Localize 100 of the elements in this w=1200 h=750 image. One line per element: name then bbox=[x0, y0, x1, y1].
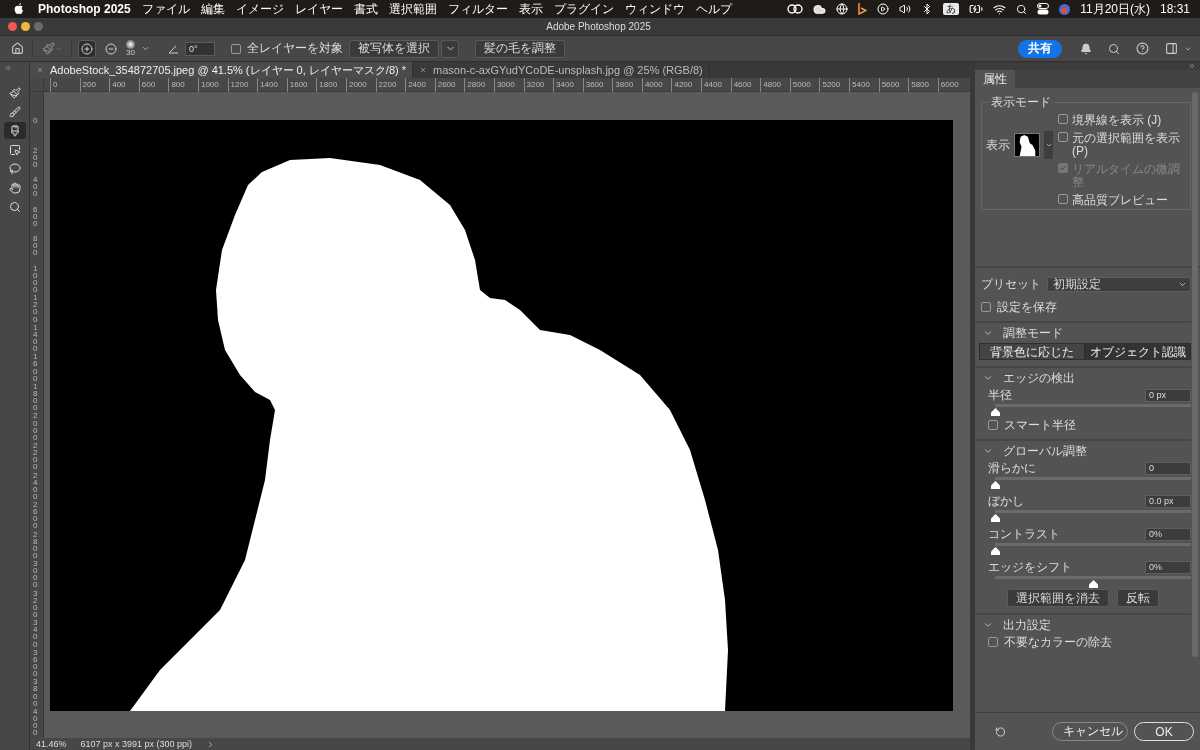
hand-icon bbox=[8, 181, 21, 194]
menu-item[interactable]: 表示 bbox=[518, 0, 543, 18]
zoom-level[interactable]: 41.46% bbox=[36, 739, 67, 749]
checkbox[interactable] bbox=[988, 637, 998, 647]
mask-thumbnail[interactable] bbox=[1014, 133, 1040, 157]
app-menu[interactable]: Photoshop 2025 bbox=[38, 2, 131, 16]
panel-button[interactable]: 反転 bbox=[1117, 589, 1159, 607]
checkbox-label: 境界線を表示 (J) bbox=[1072, 114, 1162, 127]
battery-icon[interactable] bbox=[969, 2, 984, 16]
preset-label: プリセット bbox=[981, 277, 1041, 291]
caret-icon bbox=[1044, 141, 1053, 149]
section-title: エッジの検出 bbox=[1003, 371, 1075, 385]
search-icon[interactable] bbox=[1016, 3, 1028, 15]
checkbox[interactable] bbox=[1058, 114, 1068, 124]
checkbox[interactable] bbox=[231, 43, 241, 54]
refine-hair-button[interactable]: 髪の毛を調整 bbox=[475, 39, 565, 58]
checkbox-label: 設定を保存 bbox=[997, 300, 1057, 314]
value-field[interactable]: 0.0 px bbox=[1145, 494, 1191, 508]
bell-icon[interactable] bbox=[1080, 42, 1092, 55]
plus-circle-icon bbox=[81, 42, 93, 55]
chevron-down-icon[interactable] bbox=[983, 373, 993, 383]
value-field[interactable]: 0% bbox=[1145, 560, 1191, 574]
checkbox[interactable] bbox=[988, 420, 998, 430]
section-title: グローバル調整 bbox=[1003, 444, 1087, 458]
scrollbar[interactable] bbox=[1192, 92, 1198, 657]
globe-icon[interactable] bbox=[836, 3, 849, 15]
slider-label: 半径 bbox=[988, 388, 1012, 402]
close-icon[interactable] bbox=[419, 66, 427, 74]
checkbox[interactable] bbox=[981, 302, 991, 312]
angle-field[interactable]: 0° bbox=[185, 41, 215, 56]
cloud-icon[interactable] bbox=[813, 2, 827, 16]
menu-item[interactable]: ファイル bbox=[141, 0, 190, 18]
checkbox[interactable] bbox=[1058, 194, 1068, 204]
clock-date[interactable]: 11月20日(水) bbox=[1080, 0, 1150, 18]
section-title: 調整モード bbox=[1003, 326, 1063, 340]
close-button[interactable] bbox=[8, 22, 17, 31]
close-icon[interactable] bbox=[36, 66, 44, 74]
volume-icon[interactable] bbox=[899, 3, 912, 15]
infinity-loop-icon[interactable] bbox=[787, 3, 804, 15]
slider-thumb[interactable] bbox=[991, 408, 1000, 416]
apple-icon[interactable] bbox=[14, 3, 24, 15]
caret-icon[interactable] bbox=[141, 44, 150, 53]
collapse-icon[interactable] bbox=[1188, 62, 1196, 70]
input-mode-indicator[interactable]: あ bbox=[943, 3, 960, 15]
zoom-icon bbox=[8, 200, 21, 213]
brush-icon bbox=[8, 124, 21, 137]
properties-tab[interactable]: 属性 bbox=[975, 70, 1015, 88]
window-title: Adobe Photoshop 2025 bbox=[545, 21, 652, 32]
menu-item[interactable]: ヘルプ bbox=[695, 0, 732, 18]
menu-item[interactable]: 選択範囲 bbox=[388, 0, 437, 18]
paintbrush-icon bbox=[41, 42, 55, 55]
checkbox[interactable] bbox=[1058, 132, 1068, 142]
brush-icon bbox=[8, 105, 21, 118]
slider-thumb[interactable] bbox=[991, 547, 1000, 555]
menu-item[interactable]: プラグイン bbox=[553, 0, 614, 18]
value-field[interactable]: 0 bbox=[1145, 461, 1191, 475]
menu-item[interactable]: イメージ bbox=[235, 0, 284, 18]
add-mode-button[interactable] bbox=[78, 39, 96, 58]
reset-icon[interactable] bbox=[995, 725, 1006, 738]
value-field[interactable]: 0 px bbox=[1145, 388, 1191, 402]
slider-label: コントラスト bbox=[988, 527, 1060, 541]
document-size: 6107 px x 3991 px (300 ppi) bbox=[80, 739, 193, 749]
slider-thumb[interactable] bbox=[991, 481, 1000, 489]
b-shape-icon[interactable] bbox=[858, 3, 868, 15]
preset-dropdown[interactable]: 初期設定 bbox=[1047, 276, 1191, 292]
chevron-down-icon[interactable] bbox=[983, 620, 993, 630]
menu-item[interactable]: フィルター bbox=[447, 0, 508, 18]
help-icon[interactable] bbox=[1136, 42, 1149, 55]
angle-icon bbox=[168, 43, 179, 54]
chevron-down-icon[interactable] bbox=[983, 446, 993, 456]
play-icon[interactable] bbox=[877, 3, 890, 15]
menu-item[interactable]: 書式 bbox=[353, 0, 378, 18]
avatar-icon[interactable] bbox=[1059, 3, 1071, 15]
panel-layout-icon[interactable] bbox=[1165, 42, 1178, 55]
slider-thumb[interactable] bbox=[1089, 580, 1098, 588]
dropdown-value: 初期設定 bbox=[1053, 275, 1101, 293]
checkbox-label: 全レイヤーを対象 bbox=[247, 42, 343, 55]
cursor-square-icon bbox=[8, 143, 21, 156]
mode-toggle[interactable]: オブジェクト認識 bbox=[1085, 343, 1191, 360]
view-label: 表示 bbox=[986, 138, 1010, 152]
select-subject-button[interactable]: 被写体を選択 bbox=[349, 39, 439, 58]
menu-item[interactable]: レイヤー bbox=[294, 0, 343, 18]
brush-tool[interactable] bbox=[3, 122, 26, 139]
slider-label: 滑らかに bbox=[988, 461, 1036, 475]
clock-time[interactable]: 18:31 bbox=[1159, 2, 1190, 16]
chevron-down-icon[interactable] bbox=[983, 328, 993, 338]
expand-icon[interactable] bbox=[4, 64, 12, 72]
toggles-icon[interactable] bbox=[1037, 3, 1050, 15]
panel-button[interactable]: 選択範囲を消去 bbox=[1007, 589, 1109, 607]
slider-thumb[interactable] bbox=[991, 514, 1000, 522]
value-field[interactable]: 0% bbox=[1145, 527, 1191, 541]
wifi-icon[interactable] bbox=[993, 2, 1007, 16]
checkbox-label: スマート半径 bbox=[1004, 418, 1076, 432]
menu-item[interactable]: ウィンドウ bbox=[624, 0, 685, 18]
minimize-button[interactable] bbox=[21, 22, 30, 31]
share-button[interactable]: 共有 bbox=[1018, 39, 1062, 58]
mode-toggle[interactable]: 背景色に応じた bbox=[979, 343, 1085, 360]
slider-label: ぼかし bbox=[988, 494, 1024, 508]
lasso-icon bbox=[8, 162, 21, 175]
menu-item[interactable]: 編集 bbox=[200, 0, 225, 18]
